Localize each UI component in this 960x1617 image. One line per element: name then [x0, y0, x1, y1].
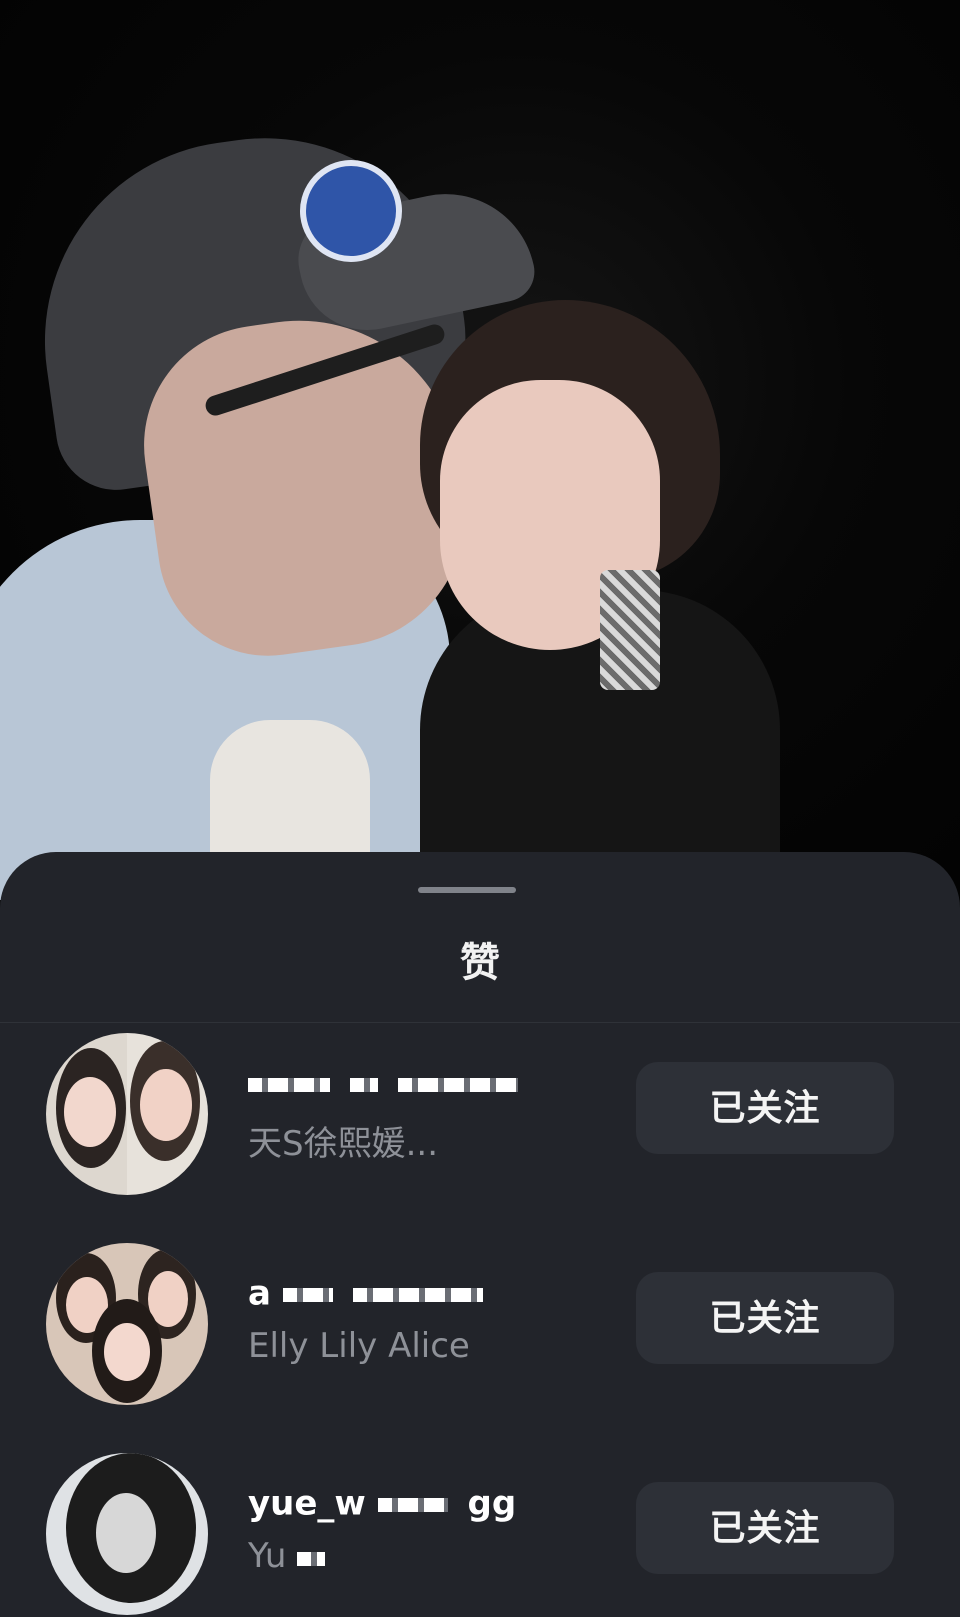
like-row[interactable]: a Elly Lily Alice 已关注 — [0, 1238, 960, 1408]
username-mosaic — [352, 1287, 483, 1302]
username-mosaic — [282, 1287, 333, 1302]
username[interactable] — [248, 1062, 526, 1102]
following-button[interactable]: 已关注 — [636, 1062, 894, 1154]
username[interactable]: yue_w gg — [248, 1482, 516, 1524]
screen: 赞 天S徐熙媛... 已关注 a Elly Lily Alice 已关注 yue… — [0, 0, 960, 1617]
likes-bottom-sheet: 赞 天S徐熙媛... 已关注 a Elly Lily Alice 已关注 yue… — [0, 852, 960, 1617]
username-mosaic — [248, 1077, 330, 1092]
username-mosaic — [349, 1077, 378, 1092]
sheet-title: 赞 — [460, 940, 500, 986]
username-mosaic — [397, 1077, 518, 1092]
avatar[interactable] — [46, 1243, 208, 1405]
username-text-tail: gg — [467, 1483, 517, 1524]
like-row[interactable]: yue_w gg Yu 已关注 — [0, 1448, 960, 1617]
sheet-drag-handle[interactable] — [418, 887, 516, 893]
username-text: yue_w — [248, 1483, 366, 1524]
display-name-text: Yu — [248, 1536, 287, 1576]
like-row[interactable]: 天S徐熙媛... 已关注 — [0, 1028, 960, 1198]
photo-earring — [600, 570, 660, 690]
display-name: 天S徐熙媛... — [248, 1124, 439, 1164]
avatar[interactable] — [46, 1453, 208, 1615]
background-photo[interactable] — [0, 0, 960, 900]
username-text: a — [248, 1273, 271, 1314]
display-name: Yu — [248, 1536, 333, 1576]
username-mosaic — [377, 1497, 448, 1512]
display-name: Elly Lily Alice — [248, 1326, 470, 1366]
avatar-face — [96, 1493, 156, 1573]
avatar-face-right — [140, 1069, 192, 1141]
avatar-face-left — [64, 1077, 116, 1147]
sheet-divider — [0, 1022, 960, 1023]
avatar-face — [104, 1323, 150, 1381]
following-button[interactable]: 已关注 — [636, 1482, 894, 1574]
username[interactable]: a — [248, 1272, 491, 1314]
avatar[interactable] — [46, 1033, 208, 1195]
following-button[interactable]: 已关注 — [636, 1272, 894, 1364]
display-name-mosaic — [297, 1551, 326, 1566]
